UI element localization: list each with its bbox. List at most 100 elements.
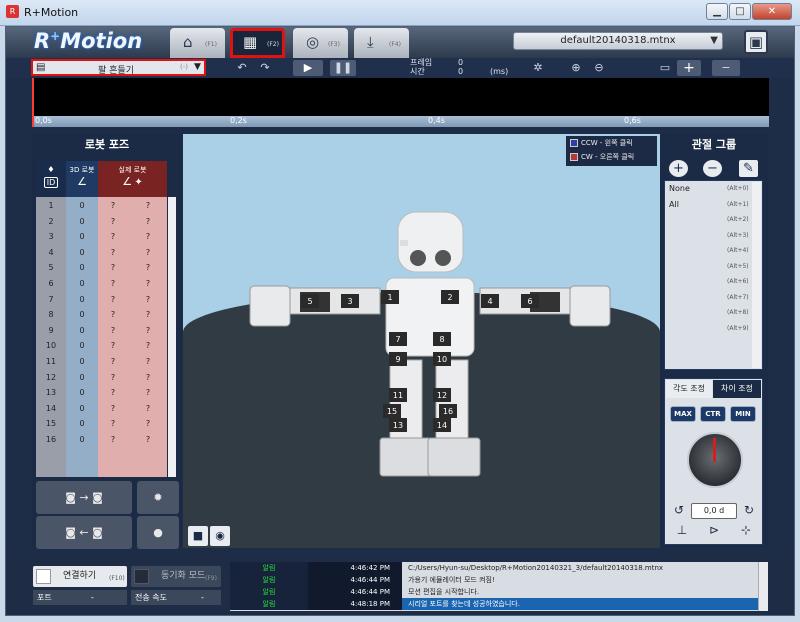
- snapshot-button[interactable]: ◉: [210, 526, 230, 546]
- servo-6[interactable]: 6: [521, 294, 539, 308]
- app-logo: R+Motion: [34, 29, 143, 53]
- servo-id: 15: [45, 419, 57, 429]
- table-row[interactable]: 14 0??: [36, 402, 167, 417]
- symmetry-button[interactable]: ⊹: [734, 523, 758, 541]
- connect-button[interactable]: 연결하기 (F10): [33, 566, 127, 587]
- table-row[interactable]: 2 0??: [36, 215, 167, 230]
- tab-motion[interactable]: ▦ (F2): [230, 28, 285, 58]
- max-button[interactable]: MAX: [670, 406, 696, 422]
- clapper-button[interactable]: ▭: [655, 60, 675, 76]
- tick-label: 0,0s: [35, 116, 52, 125]
- playhead[interactable]: [32, 78, 34, 127]
- servo-11[interactable]: 11: [389, 388, 407, 402]
- flip-button[interactable]: ⊳: [702, 523, 726, 541]
- tick-label: 0,2s: [230, 116, 247, 125]
- mirror-button[interactable]: ⊥: [670, 523, 694, 541]
- servo-14[interactable]: 14: [433, 418, 451, 432]
- torque-off-button[interactable]: ●: [137, 516, 179, 549]
- undo-button[interactable]: ↶: [232, 60, 252, 76]
- redo-button[interactable]: ↷: [255, 60, 275, 76]
- edit-group-button[interactable]: ✎: [739, 160, 758, 177]
- close-button[interactable]: ✕: [752, 3, 792, 20]
- tab-angle-adjust[interactable]: 각도 조정: [666, 380, 712, 398]
- group-name[interactable]: All: [669, 200, 679, 209]
- table-row[interactable]: 7 0??: [36, 293, 167, 308]
- servo-12[interactable]: 12: [433, 388, 451, 402]
- sync-mode-button[interactable]: 동기화 모드 (F9): [131, 566, 221, 587]
- center-button[interactable]: CTR: [700, 406, 726, 422]
- real-angle: ?: [110, 294, 116, 304]
- tab-play[interactable]: ◎ (F3): [293, 28, 348, 58]
- log-row[interactable]: 알림 4:46:44 PM 가용기 에뮬레이터 모드 켜짐!: [230, 574, 758, 586]
- servo-5[interactable]: 5: [301, 294, 319, 308]
- maximize-button[interactable]: □: [729, 3, 751, 20]
- tab-download[interactable]: ⤓ (F4): [354, 28, 409, 58]
- table-row[interactable]: 16 0??: [36, 433, 167, 448]
- table-row[interactable]: 8 0??: [36, 308, 167, 323]
- log-scrollbar[interactable]: [758, 562, 768, 611]
- motion-select[interactable]: ▤ 팔 흔들기 (-) ▼: [31, 59, 206, 76]
- save-button[interactable]: ▣: [744, 30, 768, 54]
- servo-8[interactable]: 8: [433, 332, 451, 346]
- servo-9[interactable]: 9: [389, 352, 407, 366]
- rotate-cw-button[interactable]: ↻: [740, 503, 758, 519]
- torque-on-button[interactable]: ✹: [137, 481, 179, 514]
- servo-16[interactable]: 16: [439, 404, 457, 418]
- table-row[interactable]: 6 0??: [36, 277, 167, 292]
- remove-group-button[interactable]: −: [703, 160, 722, 177]
- zoom-in-button[interactable]: ⊕: [566, 60, 586, 76]
- add-frame-button[interactable]: +: [677, 60, 701, 76]
- table-row[interactable]: 15 0??: [36, 417, 167, 432]
- table-row[interactable]: 13 0??: [36, 386, 167, 401]
- table-row[interactable]: 1 0??: [36, 199, 167, 214]
- real-angle: ?: [110, 310, 116, 320]
- table-row[interactable]: 4 0??: [36, 246, 167, 261]
- file-select[interactable]: default20140318.mtnx ▼: [513, 32, 723, 50]
- servo-3[interactable]: 3: [341, 294, 359, 308]
- table-row[interactable]: 11 0??: [36, 355, 167, 370]
- group-name[interactable]: None: [669, 184, 690, 193]
- real-angle: ?: [110, 435, 116, 444]
- copy-3d-to-real-button[interactable]: ◙ → ◙: [36, 481, 132, 514]
- log-row[interactable]: 알림 4:46:44 PM 모션 편집을 시작합니다.: [230, 586, 758, 598]
- video-camera-button[interactable]: ■: [188, 526, 208, 546]
- minimize-button[interactable]: ▁: [706, 3, 728, 20]
- real-angle: ?: [110, 403, 116, 413]
- table-row[interactable]: 3 0??: [36, 230, 167, 245]
- joint-group-list[interactable]: None (Alt+0) All (Alt+1) (Alt+2) (Alt+3) (Alt+…: [664, 180, 763, 370]
- message-log[interactable]: 알림 4:46:42 PM C:/Users/Hyun-su/Desktop/R+M…: [230, 562, 758, 611]
- group-shortcut: (Alt+1): [727, 200, 749, 208]
- log-row[interactable]: 알림 4:48:18 PM 시리얼 포트를 찾는데 성공하였습니다.: [230, 598, 758, 610]
- servo-4[interactable]: 4: [481, 294, 499, 308]
- table-row[interactable]: 12 0??: [36, 371, 167, 386]
- servo-2[interactable]: 2: [441, 290, 459, 304]
- servo-id: 12: [45, 372, 57, 382]
- tab-home[interactable]: ⌂ (F1): [170, 28, 225, 58]
- rotate-ccw-button[interactable]: ↺: [670, 503, 688, 519]
- min-button[interactable]: MIN: [730, 406, 756, 422]
- servo-7[interactable]: 7: [389, 332, 407, 346]
- table-row[interactable]: 9 0??: [36, 324, 167, 339]
- angle-value-field[interactable]: 0,0 d: [691, 503, 737, 519]
- robot-model[interactable]: 1 23 45 67 89 1011 1213 1415 16: [240, 200, 620, 490]
- timeline-track[interactable]: [32, 78, 769, 116]
- play-button[interactable]: ▶: [293, 60, 323, 76]
- remove-frame-button[interactable]: −: [712, 60, 740, 76]
- servo-15[interactable]: 15: [383, 404, 401, 418]
- settings-button[interactable]: ✲: [528, 60, 548, 76]
- pose-scrollbar[interactable]: [168, 197, 176, 477]
- add-group-button[interactable]: +: [669, 160, 688, 177]
- stop-button[interactable]: ❚❚: [330, 60, 356, 76]
- copy-real-to-3d-button[interactable]: ◙ ← ◙: [36, 516, 132, 549]
- zoom-out-button[interactable]: ⊖: [589, 60, 609, 76]
- group-scrollbar[interactable]: [752, 182, 761, 368]
- tab-diff-adjust[interactable]: 차이 조정: [713, 380, 761, 398]
- table-row[interactable]: 10 0??: [36, 339, 167, 354]
- table-row[interactable]: 5 0??: [36, 261, 167, 276]
- group-shortcut: (Alt+3): [727, 231, 749, 239]
- servo-10[interactable]: 10: [433, 352, 451, 366]
- timeline-ruler[interactable]: 0,0s 0,2s 0,4s 0,6s: [32, 116, 769, 127]
- servo-13[interactable]: 13: [389, 418, 407, 432]
- servo-1[interactable]: 1: [381, 290, 399, 304]
- log-row[interactable]: 알림 4:46:42 PM C:/Users/Hyun-su/Desktop/R+M…: [230, 562, 758, 574]
